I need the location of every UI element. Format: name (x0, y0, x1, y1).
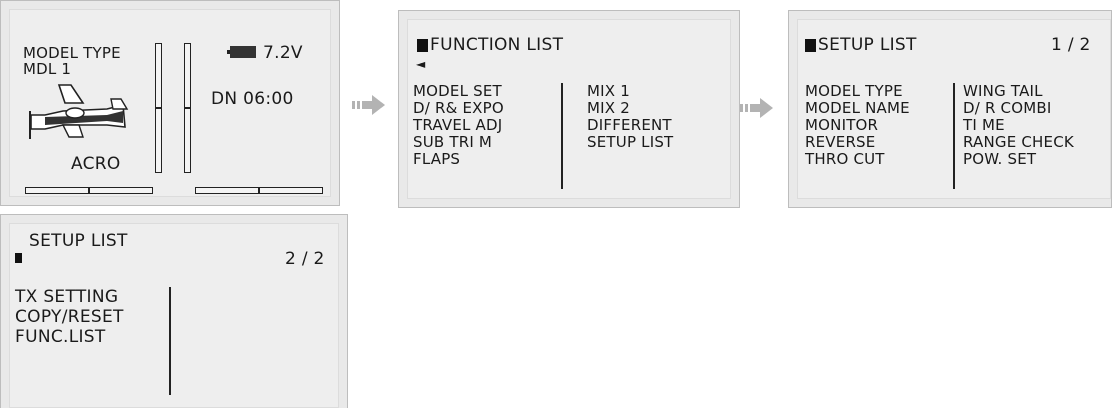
menu-item-tx-setting[interactable]: TX SETTING (15, 289, 124, 306)
function-list-right-column: MIX 1 MIX 2 DIFFERENT SETUP LIST (587, 83, 673, 151)
right-arrow-icon (352, 95, 385, 115)
right-vertical-trim (184, 43, 191, 173)
back-arrow-icon[interactable]: ◄ (416, 56, 425, 72)
airplane-icon (29, 84, 129, 139)
timer: DN 06:00 (211, 89, 294, 109)
menu-item-dr-expo[interactable]: D/ R& EXPO (413, 100, 504, 116)
setup-list-title: SETUP LIST (818, 35, 917, 55)
menu-item-reverse[interactable]: REVERSE (805, 134, 910, 150)
page-indicator: 2 / 2 (285, 249, 325, 269)
battery-icon (227, 46, 256, 58)
right-arrow-icon (740, 98, 773, 118)
menu-item-range-check[interactable]: RANGE CHECK (963, 134, 1074, 150)
menu-item-dr-combi[interactable]: D/ R COMBI (963, 100, 1074, 116)
function-list-panel: FUNCTION LIST ◄ MODEL SET D/ R& EXPO TRA… (398, 10, 740, 208)
model-type-label: MODEL TYPE (23, 44, 121, 62)
menu-item-monitor[interactable]: MONITOR (805, 117, 910, 133)
menu-item-mix-2[interactable]: MIX 2 (587, 100, 673, 116)
function-list-title: FUNCTION LIST (430, 35, 564, 55)
menu-item-thro-cut[interactable]: THRO CUT (805, 151, 910, 167)
left-vertical-trim (155, 43, 162, 173)
home-screen-panel: MODEL TYPE MDL 1 ACRO 7.2V DN 06:00 (0, 0, 340, 206)
menu-item-model-name[interactable]: MODEL NAME (805, 100, 910, 116)
menu-item-setup-list[interactable]: SETUP LIST (587, 134, 673, 150)
menu-item-flaps[interactable]: FLAPS (413, 151, 504, 167)
menu-item-pow-set[interactable]: POW. SET (963, 151, 1074, 167)
left-horizontal-trim (25, 187, 153, 194)
right-horizontal-trim-marker (258, 188, 260, 193)
left-horizontal-trim-marker (88, 188, 90, 193)
right-horizontal-trim (195, 187, 323, 194)
setup-list-title: SETUP LIST (29, 231, 128, 251)
column-divider (953, 83, 955, 189)
menu-item-sub-trim[interactable]: SUB TRI M (413, 134, 504, 150)
cursor-square-icon (15, 253, 22, 263)
setup-list-page2-panel: SETUP LIST 2 / 2 TX SETTING COPY/RESET F… (0, 214, 348, 408)
menu-item-different[interactable]: DIFFERENT (587, 117, 673, 133)
menu-item-func-list[interactable]: FUNC.LIST (15, 329, 124, 346)
right-vertical-trim-marker (185, 107, 190, 109)
model-name: MDL 1 (23, 60, 72, 78)
aircraft-type: ACRO (71, 154, 121, 174)
setup-list-page1-panel: SETUP LIST 1 / 2 MODEL TYPE MODEL NAME M… (788, 10, 1112, 208)
setup-list-left-column: MODEL TYPE MODEL NAME MONITOR REVERSE TH… (805, 83, 910, 168)
battery-voltage: 7.2V (263, 43, 303, 63)
page-indicator: 1 / 2 (1051, 35, 1091, 55)
menu-item-mix-1[interactable]: MIX 1 (587, 83, 673, 99)
left-vertical-trim-marker (156, 107, 161, 109)
menu-item-copy-reset[interactable]: COPY/RESET (15, 309, 124, 326)
menu-item-model-type[interactable]: MODEL TYPE (805, 83, 910, 99)
setup-list-page2-column: TX SETTING COPY/RESET FUNC.LIST (15, 289, 124, 346)
cursor-square-icon (805, 39, 816, 52)
column-divider (169, 287, 171, 395)
column-divider (561, 83, 563, 189)
menu-item-time[interactable]: TI ME (963, 117, 1074, 133)
menu-item-travel-adj[interactable]: TRAVEL ADJ (413, 117, 504, 133)
cursor-square-icon (417, 39, 428, 52)
menu-item-model-set[interactable]: MODEL SET (413, 83, 504, 99)
menu-item-wing-tail[interactable]: WING TAIL (963, 83, 1074, 99)
setup-list-right-column: WING TAIL D/ R COMBI TI ME RANGE CHECK P… (963, 83, 1074, 168)
function-list-left-column: MODEL SET D/ R& EXPO TRAVEL ADJ SUB TRI … (413, 83, 504, 168)
